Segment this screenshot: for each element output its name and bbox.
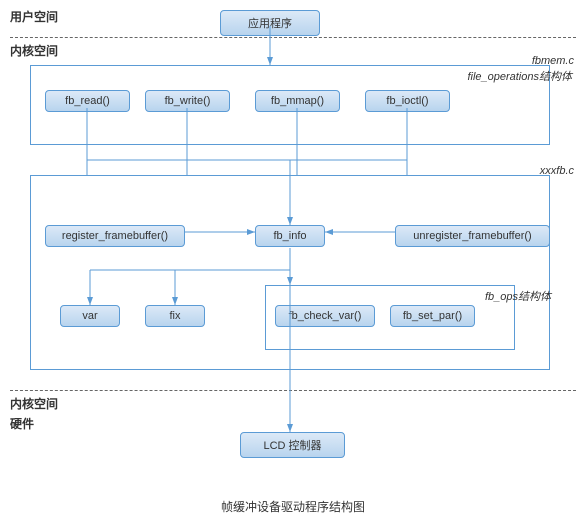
diagram-container: 应用程序 用户空间 内核空间 fbmem.c file_operations结构… (0, 0, 586, 523)
kernel-space-1-label: 内核空间 (10, 42, 58, 59)
var-box: var (60, 305, 120, 327)
fb-info-box: fb_info (255, 225, 325, 247)
lcd-controller-box: LCD 控制器 (240, 432, 345, 458)
dashed-line-2 (10, 390, 576, 391)
fb-write-box: fb_write() (145, 90, 230, 112)
fb-ioctl-box: fb_ioctl() (365, 90, 450, 112)
kernel-space-2-label: 内核空间 (10, 395, 58, 412)
fb-mmap-box: fb_mmap() (255, 90, 340, 112)
file-operations-label: file_operations结构体 (467, 68, 572, 84)
unregister-framebuffer-box: unregister_framebuffer() (395, 225, 550, 247)
register-framebuffer-box: register_framebuffer() (45, 225, 185, 247)
hardware-label: 硬件 (10, 415, 34, 432)
fb-read-box: fb_read() (45, 90, 130, 112)
fix-box: fix (145, 305, 205, 327)
fb-ops-label: fb_ops结构体 (485, 288, 551, 304)
fb-check-var-box: fb_check_var() (275, 305, 375, 327)
dashed-line-1 (10, 37, 576, 38)
user-space-label: 用户空间 (10, 8, 58, 25)
fb-set-par-box: fb_set_par() (390, 305, 475, 327)
app-box: 应用程序 (220, 10, 320, 36)
caption: 帧缓冲设备驱动程序结构图 (0, 498, 586, 515)
